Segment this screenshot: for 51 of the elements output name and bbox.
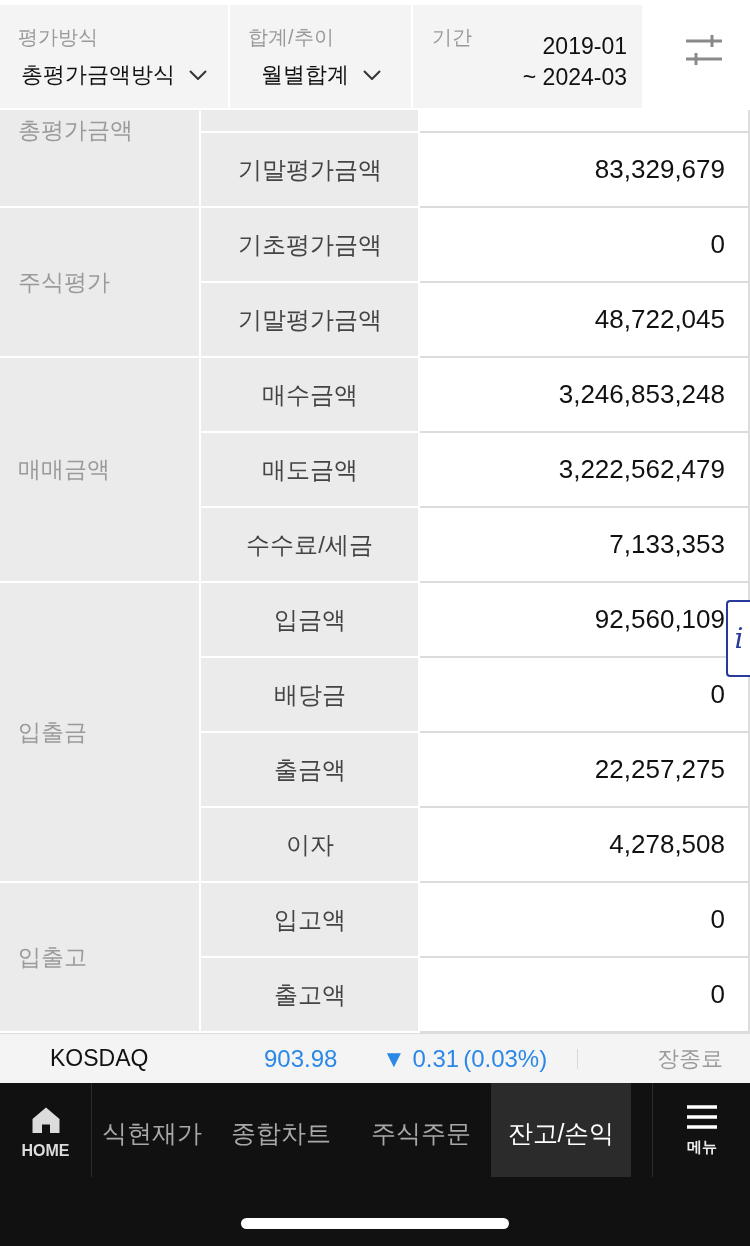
item-label-cell: 출금액 [201, 733, 420, 808]
market-status: 장종료 [657, 1044, 723, 1073]
index-change-rate: (0.03%) [463, 1044, 548, 1073]
nav-tab[interactable]: 주식주문 [351, 1083, 491, 1177]
value-cell: 0 [420, 208, 750, 283]
group-header-cell: 총평가금액 [0, 110, 201, 208]
chevron-down-icon [189, 70, 207, 80]
filter-label: 기간 [431, 25, 472, 49]
item-label-cell: 입금액 [201, 583, 420, 658]
item-label-cell: 기초평가금액 [201, 208, 420, 283]
group-header-cell: 입출고 [0, 883, 201, 1033]
menu-button[interactable]: 메뉴 [652, 1083, 750, 1177]
item-label-cell: 이자 [201, 808, 420, 883]
dropdown[interactable]: 총평가금액방식 [21, 62, 207, 88]
item-label-cell: 매도금액 [201, 433, 420, 508]
nav-tab[interactable]: 잔고/손익 [491, 1083, 631, 1177]
chevron-down-icon [362, 70, 381, 80]
value-cell: 4,278,508 [420, 808, 750, 883]
value-cell: 3,222,562,479 [420, 433, 750, 508]
end-date: ~ 2024-03 [522, 63, 627, 92]
value-cell: 0 [420, 958, 750, 1033]
value-cell: 48,722,045 [420, 283, 750, 358]
nav-tab[interactable]: 식현재가 [92, 1083, 211, 1177]
index-name: KOSDAQ [50, 1045, 150, 1072]
value-cell: 22,257,275 [420, 733, 750, 808]
item-label-cell: 수수료/세금 [201, 508, 420, 583]
group-header-cell: 입출금 [0, 583, 201, 883]
filter-label: 합계/추이 [247, 25, 334, 49]
item-label-cell: 입고액 [201, 883, 420, 958]
dropdown[interactable]: 월별합계 [260, 62, 381, 88]
item-label-cell: 매수금액 [201, 358, 420, 433]
item-label-cell: 기말평가금액 [201, 283, 420, 358]
item-label-cell: 출고액 [201, 958, 420, 1033]
home-button[interactable]: HOME [0, 1083, 92, 1177]
item-label-cell: 기말평가금액 [201, 133, 420, 208]
start-date: 2019-01 [542, 32, 627, 61]
menu-icon [686, 1105, 717, 1129]
value-cell: 3,246,853,248 [420, 358, 750, 433]
index-value: 903.98 [264, 1044, 339, 1073]
home-icon [31, 1107, 60, 1133]
item-label-cell: 배당금 [201, 658, 420, 733]
info-button[interactable]: i [726, 600, 750, 677]
group-header-cell: 매매금액 [0, 358, 201, 583]
sliders-icon[interactable] [686, 35, 722, 65]
value-cell: 7,133,353 [420, 508, 750, 583]
value-cell: 0 [420, 883, 750, 958]
value-cell: 83,329,679 [420, 133, 750, 208]
filter-label: 평가방식 [17, 25, 98, 49]
nav-tab[interactable]: 종합차트 [211, 1083, 351, 1177]
index-change: ▼ 0.31 [382, 1044, 460, 1073]
group-header-cell: 주식평가 [0, 208, 201, 358]
